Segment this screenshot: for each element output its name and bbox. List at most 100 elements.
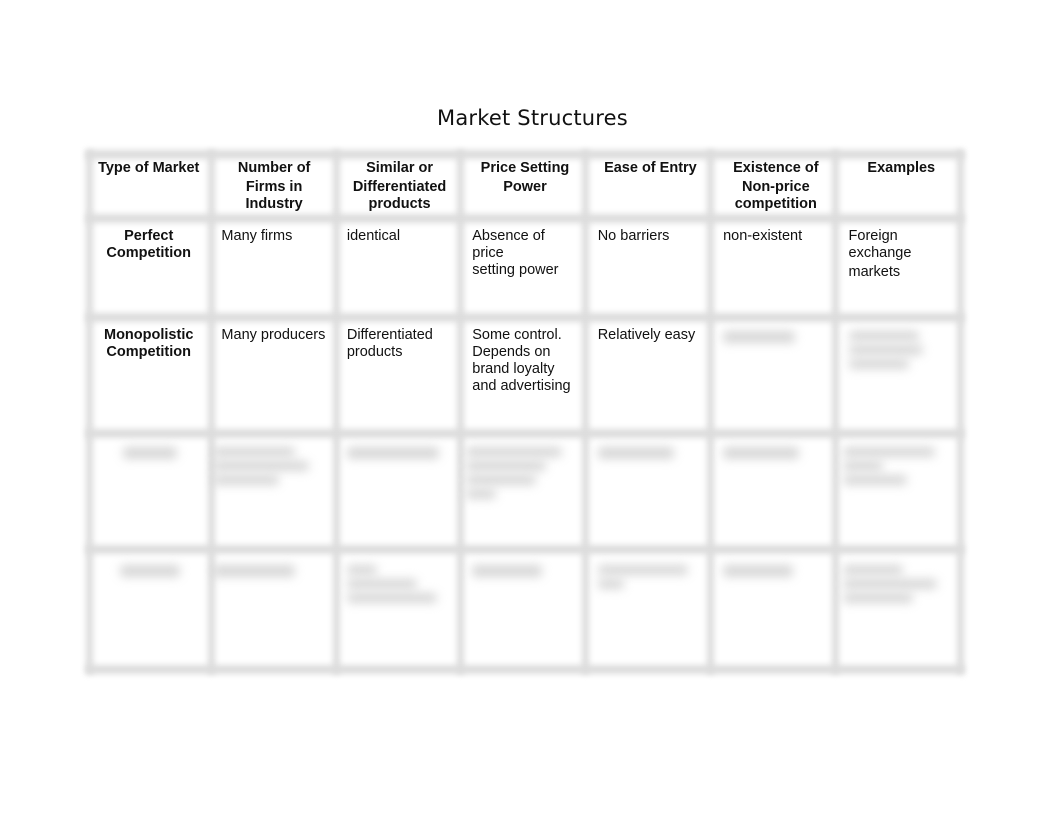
cell-price-setting-power: Some control. Depends on brand loyalty a… bbox=[462, 319, 587, 435]
obscured-text bbox=[842, 579, 937, 589]
obscured-text bbox=[848, 359, 909, 369]
header-number-of-firms: Number of Firms in Industry bbox=[211, 150, 336, 220]
cell-ease-of-entry-obscured bbox=[588, 551, 713, 674]
cell-text: Foreign bbox=[848, 228, 898, 244]
cell-examples-obscured bbox=[839, 435, 964, 551]
header-text: Similar or bbox=[366, 160, 433, 176]
table-row-obscured bbox=[86, 551, 964, 674]
header-text: Number of bbox=[237, 160, 311, 176]
cell-text: non-existent bbox=[723, 228, 803, 244]
cell-products-obscured bbox=[337, 435, 462, 551]
page-title: Market Structures bbox=[437, 106, 628, 130]
cell-products: identical bbox=[337, 220, 462, 319]
cell-ease-of-entry: Relatively easy bbox=[588, 319, 713, 435]
cell-number-of-firms-obscured bbox=[211, 435, 336, 551]
obscured-text bbox=[466, 461, 547, 471]
cell-text: exchange bbox=[848, 245, 912, 261]
obscured-text bbox=[466, 447, 563, 457]
cell-text: Many producers bbox=[221, 327, 326, 343]
header-text: Existence of bbox=[733, 160, 819, 176]
header-ease-of-entry: Ease of Entry bbox=[588, 150, 713, 220]
cell-ease-of-entry: No barriers bbox=[588, 220, 713, 319]
obscured-text bbox=[119, 565, 180, 577]
cell-type-of-market: Monopolistic Competition bbox=[86, 319, 211, 435]
cell-products: Differentiated products bbox=[337, 319, 462, 435]
obscured-text bbox=[346, 579, 417, 589]
header-text: Differentiated bbox=[352, 179, 447, 195]
obscured-text bbox=[597, 565, 688, 575]
header-text: Power bbox=[503, 179, 547, 195]
cell-text: Absence of price bbox=[472, 228, 545, 261]
cell-type-of-market-obscured bbox=[86, 551, 211, 674]
obscured-text bbox=[597, 447, 674, 459]
obscured-text bbox=[597, 579, 624, 589]
cell-text: Monopolistic bbox=[104, 327, 194, 343]
obscured-text bbox=[842, 461, 883, 471]
obscured-text bbox=[848, 345, 923, 355]
cell-number-of-firms: Many firms bbox=[211, 220, 336, 319]
header-similar-or-differentiated: Similar or Differentiated products bbox=[337, 150, 462, 220]
cell-price-setting-power-obscured bbox=[462, 435, 587, 551]
cell-non-price-competition-obscured bbox=[713, 551, 838, 674]
table-header-row: Type of Market Number of Firms in Indust… bbox=[86, 150, 964, 220]
obscured-text bbox=[346, 593, 437, 603]
obscured-text bbox=[472, 565, 543, 577]
obscured-text bbox=[213, 447, 296, 457]
header-text: Industry bbox=[245, 196, 303, 212]
cell-products-obscured bbox=[337, 551, 462, 674]
cell-text: setting power bbox=[472, 262, 559, 278]
cell-non-price-competition-obscured bbox=[713, 319, 838, 435]
header-text: Price Setting bbox=[480, 160, 570, 176]
obscured-text bbox=[213, 461, 310, 471]
cell-ease-of-entry-obscured bbox=[588, 435, 713, 551]
cell-number-of-firms: Many producers bbox=[211, 319, 336, 435]
obscured-text bbox=[723, 447, 800, 459]
cell-text: No barriers bbox=[597, 228, 670, 244]
header-text: Firms in bbox=[245, 179, 303, 195]
cell-text: identical bbox=[346, 228, 401, 244]
obscured-text bbox=[842, 565, 903, 575]
header-type-of-market: Type of Market bbox=[86, 150, 211, 220]
header-text: Non-price bbox=[741, 179, 810, 195]
header-examples: Examples bbox=[839, 150, 964, 220]
market-structures-table: Type of Market Number of Firms in Indust… bbox=[86, 150, 964, 674]
obscured-text bbox=[466, 489, 497, 499]
obscured-text bbox=[346, 565, 377, 575]
cell-text: Competition bbox=[106, 344, 191, 360]
obscured-text bbox=[842, 593, 913, 603]
obscured-text bbox=[848, 331, 919, 341]
table-grid: Type of Market Number of Firms in Indust… bbox=[86, 150, 964, 674]
obscured-text bbox=[346, 447, 439, 459]
obscured-text bbox=[213, 565, 296, 577]
cell-text: Depends on bbox=[472, 344, 551, 360]
cell-number-of-firms-obscured bbox=[211, 551, 336, 674]
cell-text: Differentiated bbox=[346, 327, 433, 343]
header-text: products bbox=[368, 196, 431, 212]
obscured-text bbox=[723, 331, 796, 343]
table-row-obscured bbox=[86, 435, 964, 551]
cell-text: products bbox=[346, 344, 403, 360]
header-price-setting-power: Price Setting Power bbox=[462, 150, 587, 220]
header-text: Ease of Entry bbox=[604, 160, 697, 176]
obscured-text bbox=[842, 475, 907, 485]
cell-examples-obscured bbox=[839, 551, 964, 674]
obscured-text bbox=[723, 565, 794, 577]
table-row: Monopolistic Competition Many producers … bbox=[86, 319, 964, 435]
cell-type-of-market: Perfect Competition bbox=[86, 220, 211, 319]
cell-non-price-competition: non-existent bbox=[713, 220, 838, 319]
cell-text: markets bbox=[848, 264, 901, 280]
header-text: Type of Market bbox=[98, 160, 200, 176]
cell-text: and advertising bbox=[472, 378, 571, 394]
cell-text: Many firms bbox=[221, 228, 293, 244]
cell-text: brand loyalty bbox=[472, 361, 555, 377]
obscured-text bbox=[466, 475, 537, 485]
cell-price-setting-power: Absence of price setting power bbox=[462, 220, 587, 319]
cell-text: Some control. bbox=[472, 327, 562, 343]
cell-non-price-competition-obscured bbox=[713, 435, 838, 551]
obscured-text bbox=[122, 447, 177, 459]
cell-examples-obscured bbox=[839, 319, 964, 435]
obscured-text bbox=[842, 447, 935, 457]
header-text: Examples bbox=[867, 160, 936, 176]
header-non-price-competition: Existence of Non-price competition bbox=[713, 150, 838, 220]
cell-text: Relatively easy bbox=[597, 327, 696, 343]
